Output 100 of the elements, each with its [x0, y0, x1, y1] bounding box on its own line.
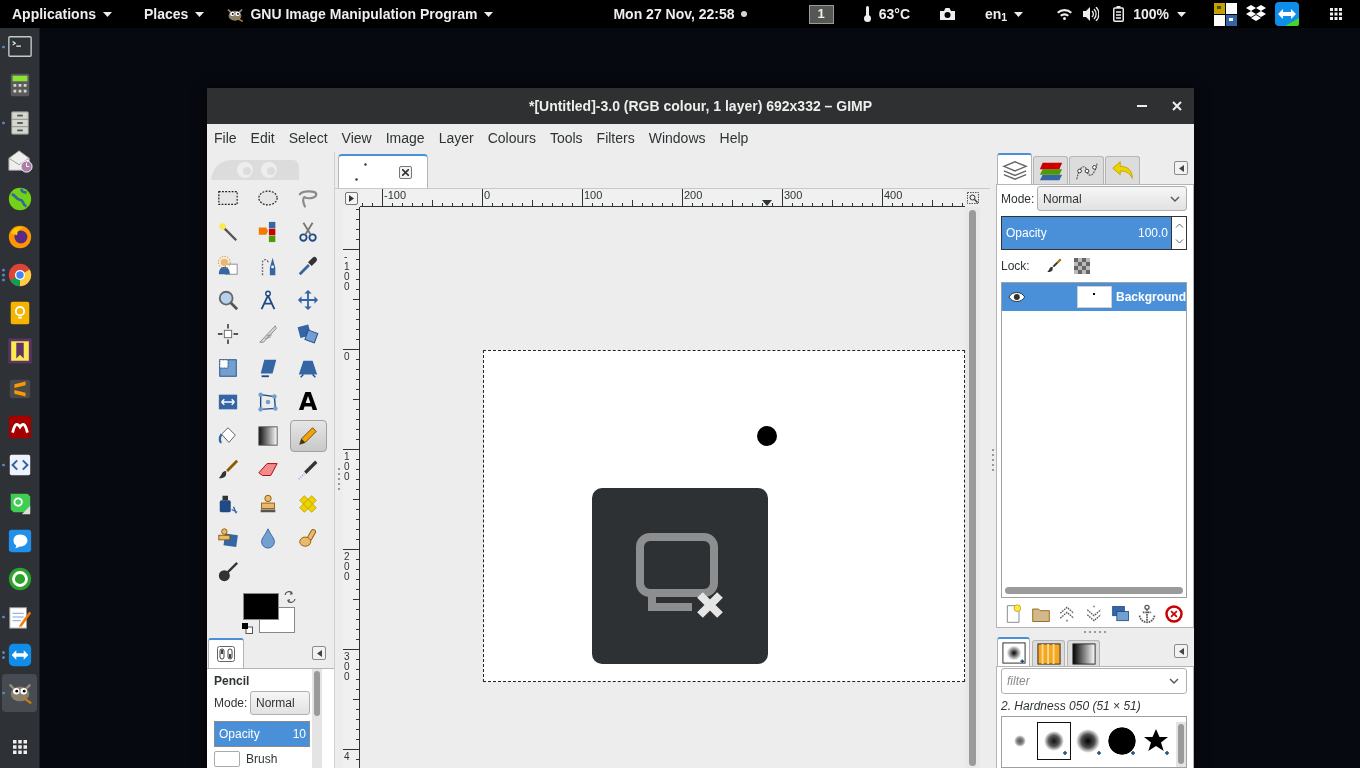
pane-handle-icon[interactable]	[338, 467, 340, 490]
vertical-scrollbar[interactable]	[1178, 724, 1184, 764]
monitor-cross-icon	[636, 533, 724, 619]
eye-icon[interactable]	[1008, 291, 1026, 303]
mode-dropdown[interactable]: Normal	[250, 691, 310, 715]
ruler-label: 4	[344, 752, 350, 762]
menu-item[interactable]: Windows	[641, 124, 713, 152]
notepad-pencil-icon	[6, 604, 33, 630]
ruler-label: 300	[784, 189, 803, 201]
menu-item[interactable]: Layer	[431, 124, 481, 152]
wave-tile-icon	[6, 414, 33, 440]
tab-menu-button[interactable]	[1174, 644, 1188, 658]
ink-bottle-icon	[217, 493, 239, 515]
spoon-icon	[297, 527, 319, 549]
apps-grid-icon[interactable]	[1330, 8, 1342, 20]
new-page-icon[interactable]	[1004, 604, 1024, 624]
tool-options-tab[interactable]	[208, 638, 244, 668]
menu-item[interactable]: Colours	[480, 124, 543, 152]
paintbrush-icon[interactable]	[1045, 258, 1062, 274]
mode-dropdown[interactable]: Normal	[1037, 186, 1187, 211]
menu-item[interactable]: Edit	[243, 124, 282, 152]
menu-item[interactable]: Tools	[542, 124, 590, 152]
ruler-label: 400	[884, 189, 903, 201]
layer-thumbnail	[1076, 286, 1112, 308]
pane-handle-icon[interactable]	[1084, 631, 1106, 633]
default-colors-icon[interactable]	[242, 623, 253, 634]
caret-down-icon	[483, 11, 493, 17]
horizontal-scrollbar[interactable]	[1005, 587, 1183, 594]
close-tab-button[interactable]	[399, 165, 412, 179]
checkerboard-icon[interactable]	[1073, 258, 1090, 274]
round-paddle-icon	[217, 561, 239, 583]
apps-grid-icon[interactable]	[12, 740, 27, 754]
wifi-icon	[1057, 8, 1073, 20]
ruler-label: -100	[384, 189, 407, 201]
window-title: *[Untitled]-3.0 (RGB colour, 1 layer) 692x332 – GIMP	[528, 96, 873, 116]
dock-tab[interactable]	[997, 637, 1030, 666]
anchor-icon[interactable]	[1137, 604, 1158, 624]
keyboard-layout-menu[interactable]: en$_{1}$	[985, 3, 1024, 25]
stamp-frame-icon	[217, 527, 239, 549]
ruler-label: 200	[344, 552, 350, 582]
ruler-menu-button[interactable]	[345, 191, 358, 205]
duplicate-icon[interactable]	[1110, 604, 1131, 624]
foreground-color-swatch[interactable]	[243, 593, 279, 620]
align-target-icon	[217, 323, 239, 345]
menu-item[interactable]: View	[334, 124, 379, 152]
ruler-label: 200	[684, 189, 703, 201]
zoom-fit-icon[interactable]	[966, 192, 979, 204]
chevron-down-icon[interactable]	[1169, 678, 1179, 684]
triangle-right-icon	[349, 194, 354, 202]
camera-icon[interactable]	[940, 8, 955, 20]
filter-field[interactable]: filter	[1001, 668, 1187, 694]
lasso-icon	[297, 187, 319, 209]
dock-tab[interactable]	[1067, 640, 1100, 666]
swap-arrows-icon[interactable]	[284, 591, 296, 603]
pane-handle-icon[interactable]	[992, 449, 994, 471]
chevron-down-icon	[1170, 195, 1180, 202]
top-bar-menu[interactable]: Places	[144, 3, 205, 25]
blade-icon	[257, 323, 279, 345]
brush-tile[interactable]	[1037, 722, 1071, 760]
image-tab[interactable]	[338, 154, 428, 188]
ruler-label: 100	[584, 189, 603, 201]
magnifier-icon	[217, 289, 239, 311]
menu-item[interactable]: Image	[378, 124, 432, 152]
top-bar-menu[interactable]: Applications	[12, 3, 112, 25]
soft-disc-icon	[1073, 726, 1103, 756]
diamonds-icon[interactable]	[1246, 5, 1266, 23]
caret-down-icon	[195, 11, 205, 17]
menu-item[interactable]: Help	[712, 124, 756, 152]
tool-button[interactable]: A	[289, 386, 327, 418]
rotate-squares-icon	[297, 323, 319, 345]
vertical-ruler[interactable]: -100 0 100 200 300 4	[343, 207, 360, 768]
tab-menu-button[interactable]	[1174, 161, 1188, 175]
magic-wand-icon	[217, 221, 239, 243]
triangle-left-icon	[316, 649, 322, 657]
pointer-marker-icon	[762, 200, 772, 206]
app-menu[interactable]: GNU Image Manipulation Program	[226, 3, 493, 25]
system-menu[interactable]: 100%	[1057, 3, 1186, 25]
tab-menu-button[interactable]	[312, 646, 326, 660]
vertical-scrollbar[interactable]	[969, 210, 976, 766]
horizontal-ruler[interactable]: -100 0 100 200 300 400	[360, 189, 965, 207]
temperature-indicator[interactable]: 63°C	[863, 3, 910, 25]
tile-squares-icon[interactable]	[1214, 2, 1237, 26]
eyedropper-icon	[297, 255, 319, 277]
layers-stack-icon	[1001, 158, 1028, 181]
twin-sliders-icon	[217, 646, 235, 662]
caret-down-icon	[103, 11, 112, 17]
menu-item[interactable]: Filters	[589, 124, 642, 152]
delete-icon[interactable]	[1163, 604, 1184, 624]
caret-down-icon	[1014, 11, 1024, 17]
person-frame-icon	[217, 255, 239, 277]
brush-name: 2. Hardness 050 (51 × 51)	[1001, 699, 1142, 713]
dock-item[interactable]	[2, 674, 37, 712]
globe-icon	[6, 186, 33, 212]
clock-menu[interactable]: Mon 27 Nov, 22:58	[613, 3, 747, 25]
menu-item[interactable]: File	[207, 124, 244, 152]
brush-label: Brush	[246, 751, 278, 768]
workspace-indicator[interactable]: 1	[808, 4, 834, 24]
gradient-square-icon	[257, 425, 279, 447]
vertical-scrollbar[interactable]	[314, 671, 320, 716]
menu-item[interactable]: Select	[281, 124, 335, 152]
